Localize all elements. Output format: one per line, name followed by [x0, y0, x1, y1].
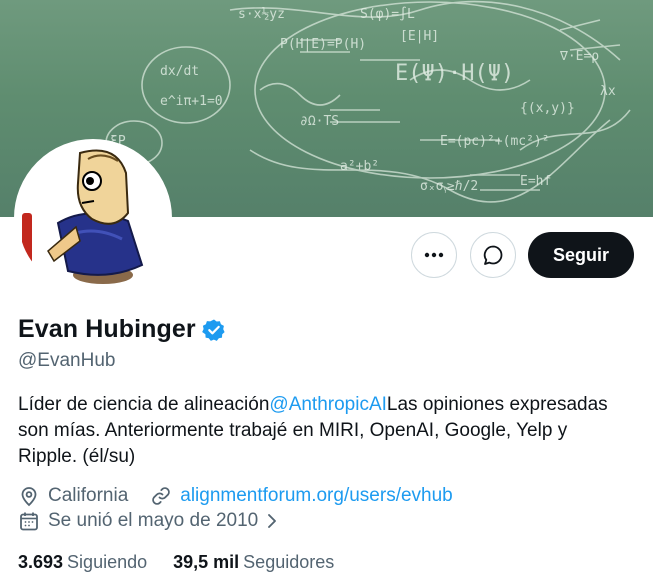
svg-text:λx: λx: [600, 84, 616, 99]
svg-text:∇·E=ρ: ∇·E=ρ: [559, 49, 599, 64]
svg-text:E=(pc)²+(mc²)²: E=(pc)²+(mc²)²: [440, 134, 550, 149]
profile-stats: 3.693 Siguiendo 39,5 mil Seguidores: [18, 552, 334, 573]
profile-website-link[interactable]: alignmentforum.org/users/evhub: [180, 485, 452, 507]
more-horizontal-icon: [424, 252, 444, 258]
following-label: Siguiendo: [67, 552, 148, 572]
profile-name-row: Evan Hubinger: [18, 315, 226, 344]
svg-text:{(x,y)}: {(x,y)}: [520, 101, 575, 116]
profile-handle: @EvanHub: [18, 350, 116, 371]
profile-meta-row: California alignmentforum.org/users/evhu…: [18, 485, 453, 507]
chevron-right-icon: [262, 510, 284, 532]
svg-text:s·x½yz: s·x½yz: [238, 7, 285, 22]
link-icon: [150, 485, 172, 507]
profile-avatar[interactable]: [14, 139, 172, 297]
avatar-cartoon-image: [18, 143, 168, 293]
calendar-icon: [18, 510, 40, 532]
following-count: 3.693: [18, 552, 64, 572]
follow-button[interactable]: Seguir: [528, 232, 634, 278]
svg-text:dx/dt: dx/dt: [160, 64, 199, 79]
bio-mention-link[interactable]: @AnthropicAI: [269, 394, 387, 415]
svg-text:∂Ω·TS: ∂Ω·TS: [300, 114, 339, 129]
more-options-button[interactable]: [411, 232, 457, 278]
profile-location: California: [48, 485, 129, 506]
svg-text:E=hf: E=hf: [520, 174, 551, 189]
message-button[interactable]: [470, 232, 516, 278]
verified-badge-icon[interactable]: [201, 318, 226, 342]
svg-text:a²+b²: a²+b²: [340, 159, 379, 174]
svg-text:S(φ)=∫L: S(φ)=∫L: [360, 6, 415, 22]
following-stat[interactable]: 3.693 Siguiendo: [18, 552, 147, 573]
followers-count: 39,5 mil: [173, 552, 240, 572]
svg-text:E(Ψ)·H(Ψ): E(Ψ)·H(Ψ): [395, 61, 514, 86]
svg-text:σₓσᵧ≥ℏ/2: σₓσᵧ≥ℏ/2: [420, 179, 478, 194]
profile-name: Evan Hubinger: [18, 315, 196, 343]
svg-text:P(H|E)=P(H): P(H|E)=P(H): [280, 37, 366, 52]
bio-text-prefix: Líder de ciencia de alineación: [18, 394, 270, 415]
profile-joined-date: Se unió el mayo de 2010: [48, 510, 259, 531]
svg-text:[E|H]: [E|H]: [400, 29, 439, 44]
profile-joined-row[interactable]: Se unió el mayo de 2010: [18, 510, 284, 532]
svg-text:e^iπ+1=0: e^iπ+1=0: [160, 94, 223, 109]
followers-label: Seguidores: [243, 552, 335, 572]
followers-stat[interactable]: 39,5 mil Seguidores: [173, 552, 334, 573]
location-pin-icon: [18, 485, 40, 507]
message-icon: [483, 245, 503, 265]
profile-bio: Líder de ciencia de alineación@Anthropic…: [18, 392, 628, 470]
